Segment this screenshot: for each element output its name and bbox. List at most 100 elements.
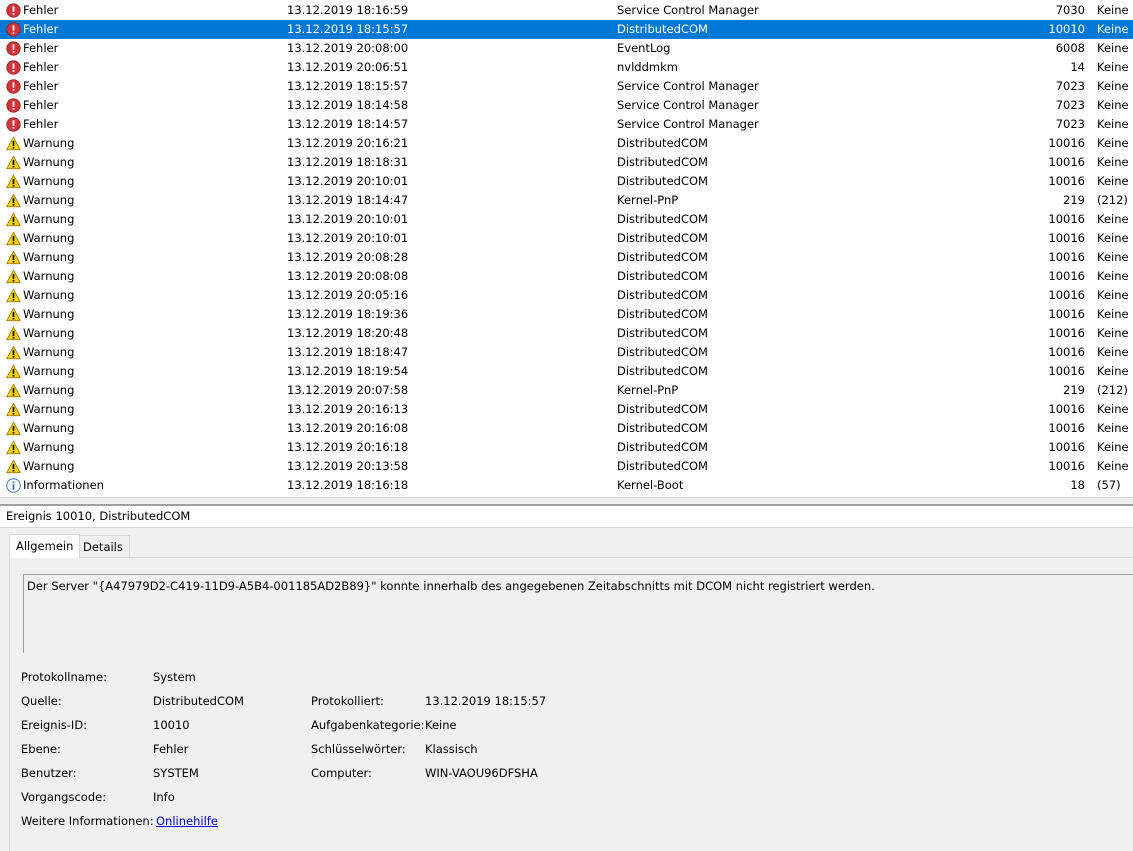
event-row[interactable]: Fehler 13.12.2019 18:15:57 Service Control… [0,77,1133,96]
event-source: DistributedCOM [617,269,708,283]
event-row[interactable]: Warnung 13.12.2019 18:18:31 DistributedCOM… [0,153,1133,172]
event-row[interactable]: Fehler 13.12.2019 20:06:51 nvlddmkm 14 Keine [0,58,1133,77]
label-quelle: Quelle: [21,694,62,708]
event-row[interactable]: Warnung 13.12.2019 20:16:21 DistributedCOM… [0,134,1133,153]
event-date: 13.12.2019 18:16:59 [287,3,409,17]
event-date: 13.12.2019 20:08:00 [287,41,409,55]
label-ebene: Ebene: [21,742,61,756]
event-row[interactable]: Warnung 13.12.2019 20:13:58 DistributedCOM… [0,457,1133,476]
warning-icon [6,193,21,208]
event-date: 13.12.2019 20:16:18 [287,440,409,454]
event-date: 13.12.2019 18:20:48 [287,326,409,340]
event-row[interactable]: Warnung 13.12.2019 20:16:18 DistributedCOM… [0,438,1133,457]
event-level: Warnung [23,136,75,150]
event-list[interactable]: Fehler 13.12.2019 18:16:59 Service Control… [0,0,1133,497]
error-icon [6,22,21,37]
value-computer: WIN-VAOU96DFSHA [425,766,538,780]
event-source: DistributedCOM [617,212,708,226]
event-task-category: Keine [1097,459,1129,473]
event-row[interactable]: Warnung 13.12.2019 20:10:01 DistributedCOM… [0,172,1133,191]
event-source: DistributedCOM [617,326,708,340]
event-level: Warnung [23,421,75,435]
event-row[interactable]: Warnung 13.12.2019 20:08:08 DistributedCOM… [0,267,1133,286]
event-date: 13.12.2019 18:19:54 [287,364,409,378]
event-id: 18 [1070,478,1085,492]
error-icon [6,98,21,113]
value-protokollname: System [153,670,196,684]
event-source: DistributedCOM [617,155,708,169]
event-date: 13.12.2019 20:06:51 [287,60,409,74]
event-row[interactable]: Warnung 13.12.2019 20:16:13 DistributedCOM… [0,400,1133,419]
label-protokolliert: Protokolliert: [311,694,384,708]
event-message[interactable]: Der Server "{A47979D2-C419-11D9-A5B4-001… [23,574,1133,653]
event-task-category: Keine [1097,41,1129,55]
value-ereignis-id: 10010 [153,718,190,732]
event-task-category: Keine [1097,117,1129,131]
warning-icon [6,345,21,360]
event-date: 13.12.2019 20:08:28 [287,250,409,264]
event-level: Warnung [23,288,75,302]
event-source: DistributedCOM [617,459,708,473]
event-row[interactable]: Warnung 13.12.2019 18:14:47 Kernel-PnP 219 (… [0,191,1133,210]
event-date: 13.12.2019 18:15:57 [287,22,409,36]
warning-icon [6,269,21,284]
event-id: 7023 [1055,98,1085,112]
event-id: 14 [1070,60,1085,74]
event-id: 219 [1063,383,1085,397]
event-task-category: Keine [1097,22,1129,36]
event-date: 13.12.2019 20:16:21 [287,136,409,150]
event-row[interactable]: Warnung 13.12.2019 18:19:54 DistributedCOM… [0,362,1133,381]
event-date: 13.12.2019 18:18:31 [287,155,409,169]
event-date: 13.12.2019 20:07:58 [287,383,409,397]
event-row[interactable]: Warnung 13.12.2019 20:07:58 Kernel-PnP 219 (… [0,381,1133,400]
event-id: 7023 [1055,117,1085,131]
event-row[interactable]: Warnung 13.12.2019 18:19:36 DistributedCOM… [0,305,1133,324]
event-date: 13.12.2019 20:05:16 [287,288,409,302]
event-level: Fehler [23,98,59,112]
event-source: DistributedCOM [617,231,708,245]
event-row[interactable]: Warnung 13.12.2019 18:20:48 DistributedCOM… [0,324,1133,343]
event-source: Service Control Manager [617,3,759,17]
event-level: Warnung [23,402,75,416]
event-task-category: Keine [1097,269,1129,283]
event-date: 13.12.2019 18:18:47 [287,345,409,359]
event-source: DistributedCOM [617,174,708,188]
event-row[interactable]: Fehler 13.12.2019 20:08:00 EventLog 6008 Kei… [0,39,1133,58]
event-row[interactable]: Fehler 13.12.2019 18:14:57 Service Control… [0,115,1133,134]
event-row[interactable]: Warnung 13.12.2019 20:10:01 DistributedCOM… [0,210,1133,229]
event-level: Warnung [23,250,75,264]
warning-icon [6,440,21,455]
event-level: Warnung [23,193,75,207]
warning-icon [6,364,21,379]
event-row[interactable]: Fehler 13.12.2019 18:14:58 Service Control… [0,96,1133,115]
event-level: Warnung [23,459,75,473]
event-row[interactable]: Fehler 13.12.2019 18:16:59 Service Control… [0,1,1133,20]
event-task-category: Keine [1097,326,1129,340]
event-row[interactable]: Warnung 13.12.2019 18:18:47 DistributedCOM… [0,343,1133,362]
event-row[interactable]: Warnung 13.12.2019 20:05:16 DistributedCOM… [0,286,1133,305]
warning-icon [6,326,21,341]
event-id: 7030 [1055,3,1085,17]
event-date: 13.12.2019 20:13:58 [287,459,409,473]
event-row[interactable]: Warnung 13.12.2019 20:16:08 DistributedCOM… [0,419,1133,438]
event-row[interactable]: Warnung 13.12.2019 20:10:01 DistributedCOM… [0,229,1133,248]
event-row[interactable]: Warnung 13.12.2019 20:08:28 DistributedCOM… [0,248,1133,267]
event-row[interactable]: Informationen 13.12.2019 18:16:18 Kernel-B… [0,476,1133,495]
value-aufgabenkategorie: Keine [425,718,457,732]
event-id: 10016 [1048,440,1085,454]
event-level: Warnung [23,326,75,340]
event-task-category: (212) [1097,383,1128,397]
tab-allgemein[interactable]: Allgemein [9,534,81,558]
value-ebene: Fehler [153,742,189,756]
event-row[interactable]: Fehler 13.12.2019 18:15:57 DistributedCOM 1… [0,20,1133,39]
event-task-category: Keine [1097,3,1129,17]
error-icon [6,117,21,132]
event-task-category: Keine [1097,174,1129,188]
event-date: 13.12.2019 20:16:13 [287,402,409,416]
label-ereignis-id: Ereignis-ID: [21,718,88,732]
event-id: 10016 [1048,136,1085,150]
tab-details[interactable]: Details [76,535,130,558]
event-id: 7023 [1055,79,1085,93]
onlinehilfe-link[interactable]: Onlinehilfe [156,814,218,828]
event-level: Warnung [23,383,75,397]
